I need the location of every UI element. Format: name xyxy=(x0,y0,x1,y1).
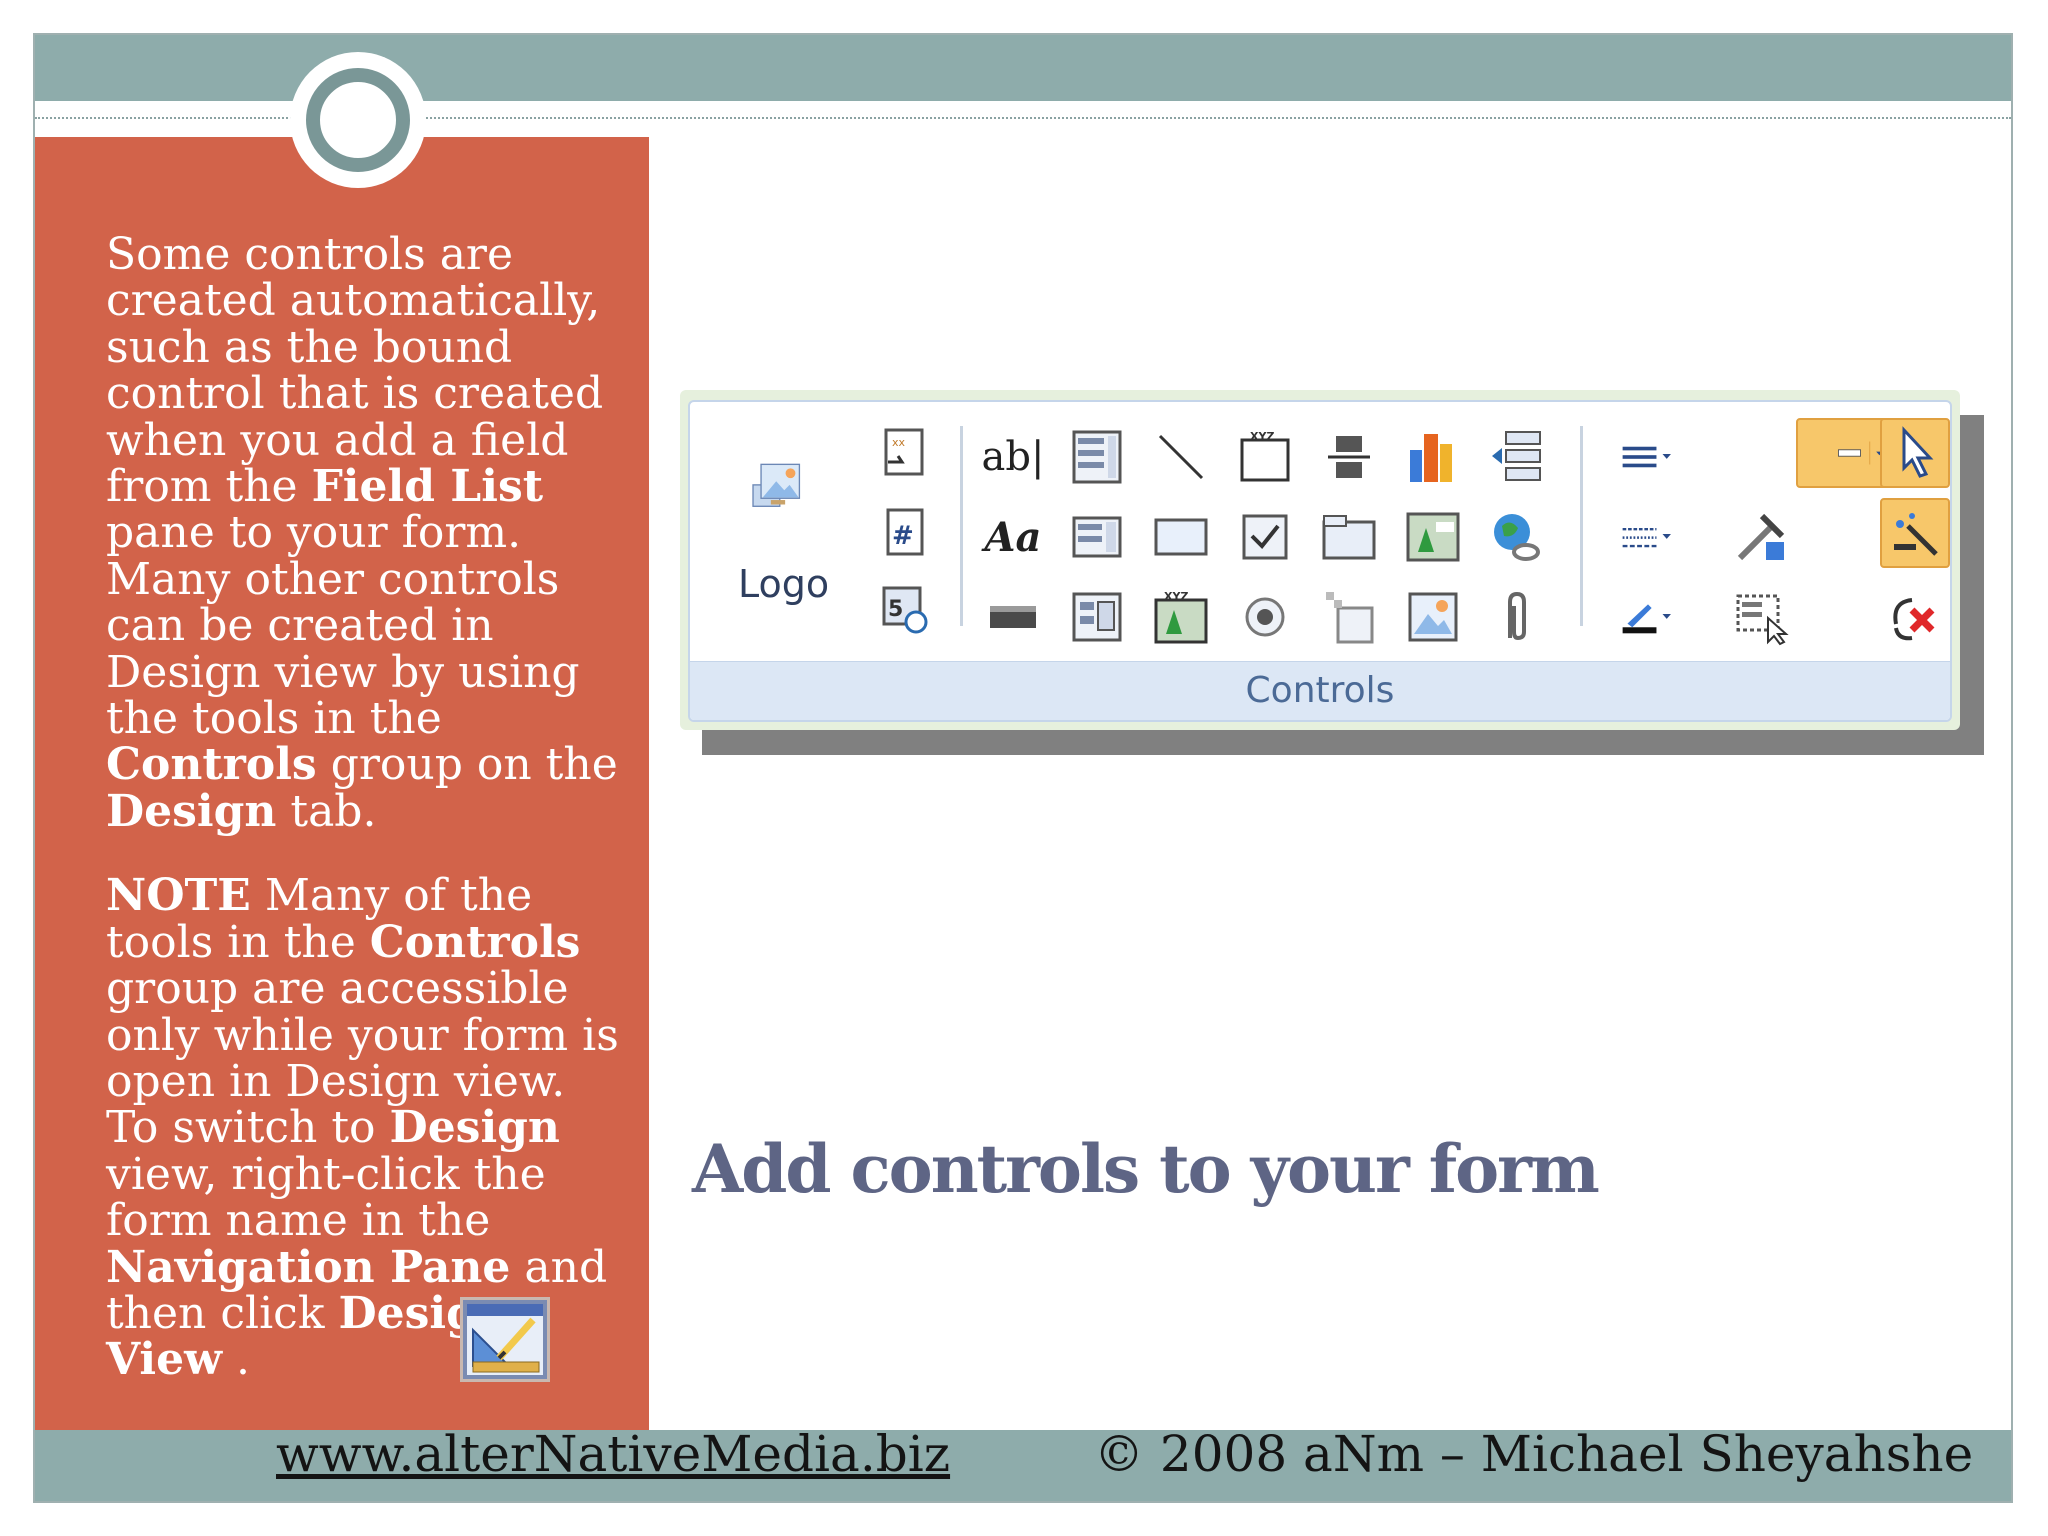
para2-run: Navigation Pane xyxy=(106,1241,511,1293)
page-break-tool[interactable] xyxy=(1318,426,1380,488)
para1-run: Controls xyxy=(106,739,317,791)
controls-ribbon: Logo xx # 5 ab| XYZ Aa XYZ Controls xyxy=(680,390,1960,730)
svg-text:XYZ: XYZ xyxy=(1164,590,1188,603)
list-box-tool[interactable] xyxy=(1066,426,1128,488)
para2-run: Design xyxy=(389,1102,560,1154)
para1-run: Field List xyxy=(311,461,544,513)
para2-run: NOTE xyxy=(106,870,251,922)
slide-title: Add controls to your form xyxy=(692,1130,1600,1208)
check-box-tool[interactable] xyxy=(1234,506,1296,568)
design-view-icon xyxy=(460,1297,550,1382)
footer-website-link[interactable]: www.alterNativeMedia.biz xyxy=(276,1425,950,1483)
line-type-dropdown[interactable] xyxy=(1600,506,1696,568)
rectangle-tool[interactable] xyxy=(1150,506,1212,568)
svg-text:#: # xyxy=(892,521,914,551)
select-tool[interactable] xyxy=(1880,418,1950,488)
bound-object-tool[interactable]: XYZ xyxy=(1150,586,1212,648)
hyperlink-tool[interactable] xyxy=(1486,506,1548,568)
set-control-defaults-tool[interactable] xyxy=(1880,586,1942,648)
para2-run: . xyxy=(221,1334,250,1386)
separator xyxy=(1580,426,1583,626)
toggle-button-tool[interactable] xyxy=(1318,586,1380,648)
svg-text:xx: xx xyxy=(892,436,906,449)
svg-text:5: 5 xyxy=(888,597,903,622)
text-box-tool[interactable]: ab| xyxy=(981,426,1045,488)
button-tool[interactable] xyxy=(982,586,1044,648)
property-sheet-tool[interactable] xyxy=(1730,506,1792,568)
select-all-tool[interactable] xyxy=(1730,586,1792,648)
option-button-tool[interactable] xyxy=(1234,586,1296,648)
footer-copyright: © 2008 aNm – Michael Sheyahshe xyxy=(1094,1425,1974,1483)
line-thickness-dropdown[interactable] xyxy=(1600,426,1696,488)
side-paragraph-1: Some controls are created automatically,… xyxy=(106,231,626,837)
para1-run: Design xyxy=(106,785,277,837)
combo-box-tool[interactable] xyxy=(1066,506,1128,568)
para1-run: pane to your form. Many other controls c… xyxy=(106,507,580,745)
title-tool[interactable]: xx xyxy=(874,422,936,484)
para2-run: Controls xyxy=(369,916,581,968)
insert-picture-tool[interactable] xyxy=(1402,506,1464,568)
text-box-label: ab| xyxy=(981,434,1045,480)
line-tool[interactable] xyxy=(1150,426,1212,488)
use-control-wizards-tool[interactable] xyxy=(1880,498,1950,568)
page-numbers-tool[interactable]: # xyxy=(874,502,936,564)
separator xyxy=(960,426,963,626)
controls-group-label: Controls xyxy=(690,661,1950,720)
line-color-dropdown[interactable] xyxy=(1600,586,1696,648)
circle-ring xyxy=(306,68,410,172)
svg-text:XYZ: XYZ xyxy=(1250,430,1274,443)
chart-tool[interactable] xyxy=(1402,426,1464,488)
para2-run: view, right-click the form name in the xyxy=(106,1148,546,1247)
label-tool-text: Aa xyxy=(984,513,1042,561)
unbound-object-tool[interactable]: XYZ xyxy=(1234,426,1296,488)
tab-control-tool[interactable] xyxy=(1486,426,1548,488)
para1-run: tab. xyxy=(276,785,377,837)
side-panel-text: Some controls are created automatically,… xyxy=(106,231,626,1386)
logo-label: Logo xyxy=(738,562,830,606)
ribbon-body: Logo xx # 5 ab| XYZ Aa XYZ Controls xyxy=(688,400,1952,722)
subform-tool[interactable] xyxy=(1066,586,1128,648)
image-tool[interactable] xyxy=(1402,586,1464,648)
logo-button[interactable] xyxy=(718,418,838,558)
attachment-tool[interactable] xyxy=(1486,586,1548,648)
para1-run: group on the xyxy=(316,739,618,791)
label-tool[interactable]: Aa xyxy=(982,506,1044,568)
date-time-tool[interactable]: 5 xyxy=(874,578,936,640)
option-group-tool[interactable] xyxy=(1318,506,1380,568)
